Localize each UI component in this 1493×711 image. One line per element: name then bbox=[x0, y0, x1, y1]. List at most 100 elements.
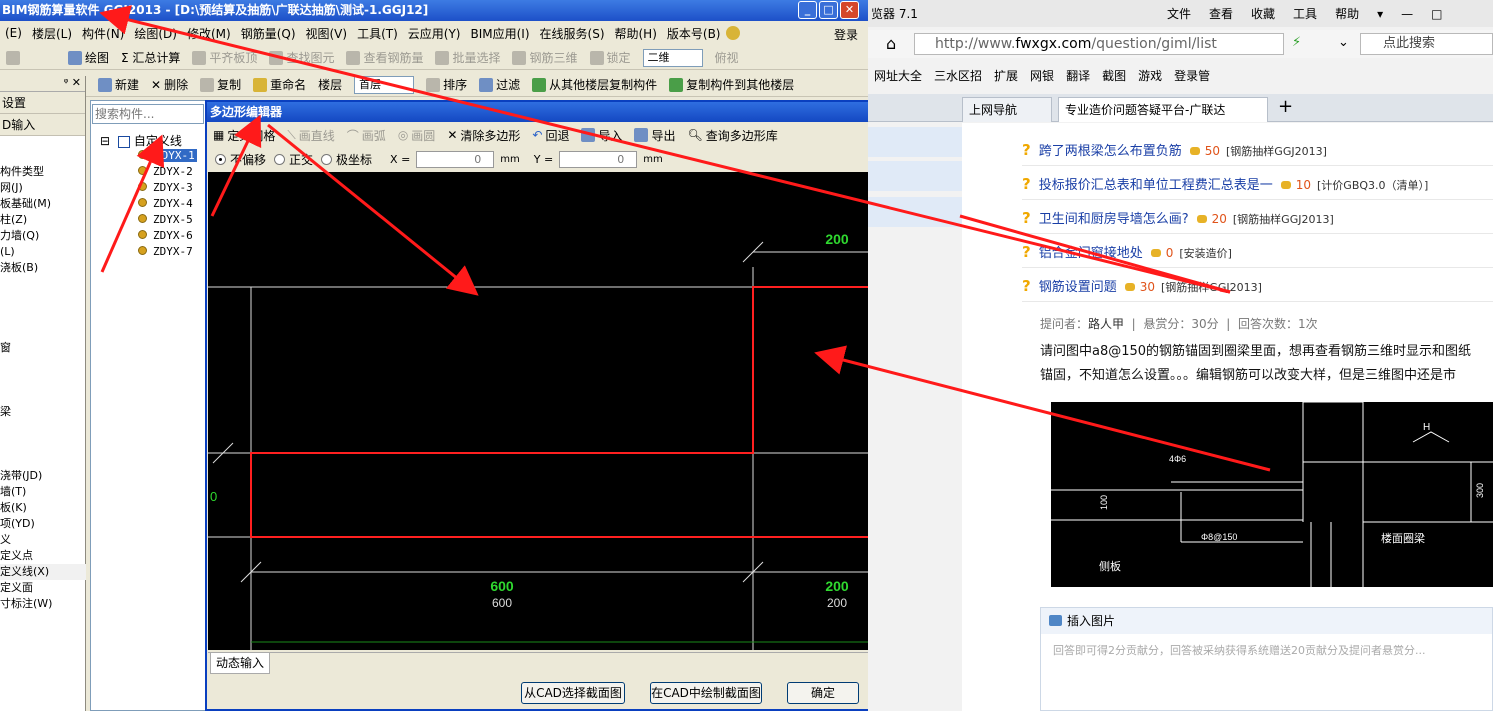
menu-online[interactable]: 在线服务(S) bbox=[535, 25, 610, 42]
dialog-title-bar[interactable]: 多边形编辑器 bbox=[207, 102, 960, 122]
view-mode-select[interactable]: 二维 bbox=[637, 48, 709, 67]
list-item[interactable]: 板(K) bbox=[0, 500, 86, 516]
question-title[interactable]: 钢筋设置问题 bbox=[1039, 280, 1117, 295]
browser-menu-help[interactable]: 帮助 bbox=[1326, 5, 1368, 22]
list-item[interactable]: 墙(T) bbox=[0, 484, 86, 500]
list-item[interactable]: 力墙(Q) bbox=[0, 228, 86, 244]
menu-draw[interactable]: 绘图(D) bbox=[129, 25, 182, 42]
menu-component[interactable]: 构件(N) bbox=[77, 25, 129, 42]
fav-sanshui[interactable]: 三水区招 bbox=[928, 67, 988, 84]
fav-sites[interactable]: 网址大全 bbox=[868, 67, 928, 84]
polygon-shape[interactable] bbox=[250, 286, 922, 538]
component-search-input[interactable]: 搜索构件... bbox=[92, 104, 204, 124]
menu-rebar[interactable]: 钢筋量(Q) bbox=[236, 25, 301, 42]
copy-button[interactable]: 复制 bbox=[194, 76, 247, 93]
fav-bank[interactable]: 网银 bbox=[1024, 67, 1060, 84]
browser-menu-file[interactable]: 文件 bbox=[1158, 5, 1200, 22]
export-button[interactable]: 导出 bbox=[628, 127, 681, 144]
tree-item-zdyx-1[interactable]: ZDYX-1 bbox=[138, 149, 197, 162]
rebar-3d-button[interactable]: 钢筋三维 bbox=[506, 49, 583, 66]
tree-item-zdyx-7[interactable]: ZDYX-7 bbox=[138, 245, 193, 258]
define-grid-button[interactable]: ▦ 定义网格 bbox=[207, 127, 281, 144]
list-item[interactable]: 柱(Z) bbox=[0, 212, 86, 228]
fav-games[interactable]: 游戏 bbox=[1132, 67, 1168, 84]
floor-select[interactable]: 首层 bbox=[348, 75, 420, 94]
ok-button[interactable]: 确定 bbox=[787, 682, 859, 704]
list-item[interactable]: 构件类型 bbox=[0, 164, 86, 180]
list-item[interactable] bbox=[0, 388, 86, 404]
tree-item-zdyx-2[interactable]: ZDYX-2 bbox=[138, 165, 193, 178]
settings-button[interactable]: 设置 bbox=[0, 92, 85, 114]
browser-menu-favorites[interactable]: 收藏 bbox=[1242, 5, 1284, 22]
fav-screenshot[interactable]: 截图 bbox=[1096, 67, 1132, 84]
list-item[interactable] bbox=[0, 420, 86, 436]
list-item[interactable] bbox=[0, 276, 86, 292]
ortho-radio[interactable] bbox=[274, 153, 286, 165]
menu-edit[interactable]: (E) bbox=[0, 26, 27, 40]
tree-item-zdyx-4[interactable]: ZDYX-4 bbox=[138, 197, 193, 210]
align-slab-button[interactable]: 平齐板顶 bbox=[186, 49, 263, 66]
fav-login[interactable]: 登录管 bbox=[1168, 67, 1216, 84]
question-item[interactable]: ? 钢筋设置问题 30 [钢筋抽样GGJ2013] bbox=[1022, 270, 1493, 302]
app-title-bar[interactable]: BIM钢筋算量软件 GGJ2013 - [D:\预结算及抽筋\广联达抽筋\测试-… bbox=[0, 0, 868, 21]
x-coordinate-input[interactable]: 0 bbox=[416, 150, 495, 168]
list-item[interactable]: 浇板(B) bbox=[0, 260, 86, 276]
minimize-icon[interactable]: _ bbox=[798, 1, 817, 19]
query-library-button[interactable]: 🔍︎ 查询多边形库 bbox=[682, 127, 784, 144]
home-icon[interactable]: ⌂ bbox=[886, 34, 896, 53]
filter-button[interactable]: 过滤 bbox=[473, 76, 526, 93]
list-item[interactable] bbox=[0, 308, 86, 324]
list-item[interactable]: 板基础(M) bbox=[0, 196, 86, 212]
list-item[interactable]: 寸标注(W) bbox=[0, 596, 86, 612]
draw-line-button[interactable]: ⟍ 画直线 bbox=[281, 127, 340, 144]
no-offset-radio[interactable] bbox=[215, 153, 226, 165]
question-drawing-image[interactable]: H 4Φ6 100 300 Φ8@150 楼面圈梁 侧板 bbox=[1051, 401, 1493, 587]
list-item[interactable]: 浇带(JD) bbox=[0, 468, 86, 484]
sort-button[interactable]: 排序 bbox=[420, 76, 473, 93]
import-button[interactable]: 导入 bbox=[575, 127, 628, 144]
asker-name[interactable]: 路人甲 bbox=[1088, 317, 1124, 331]
close-icon[interactable]: ✕ bbox=[840, 1, 859, 19]
y-coordinate-input[interactable]: 0 bbox=[559, 150, 638, 168]
browser-search-input[interactable]: 点此搜索 bbox=[1360, 33, 1493, 55]
list-item-custom-line[interactable]: 定义线(X) bbox=[0, 564, 86, 580]
question-item[interactable]: ? 铝合金门窗接地处 0 [安装造价] bbox=[1022, 236, 1493, 268]
tree-root-custom-line[interactable]: ⊟ 自定义线 bbox=[100, 132, 182, 149]
helmet-icon[interactable] bbox=[725, 26, 740, 40]
copy-from-floor-button[interactable]: 从其他楼层复制构件 bbox=[526, 76, 663, 93]
new-button[interactable]: 新建 bbox=[92, 76, 145, 93]
question-title[interactable]: 投标报价汇总表和单位工程费汇总表是一 bbox=[1039, 178, 1273, 193]
list-item[interactable]: 项(YD) bbox=[0, 516, 86, 532]
menu-floor[interactable]: 楼层(L) bbox=[27, 25, 77, 42]
menu-bim[interactable]: BIM应用(I) bbox=[465, 25, 534, 42]
list-item[interactable]: 窗 bbox=[0, 340, 86, 356]
question-title[interactable]: 铝合金门窗接地处 bbox=[1039, 246, 1143, 261]
view-rebar-button[interactable]: 查看钢筋量 bbox=[340, 49, 429, 66]
minimize-icon[interactable]: — bbox=[1392, 7, 1422, 21]
speed-icon[interactable]: ⚡ bbox=[1292, 35, 1301, 50]
draw-in-cad-button[interactable]: 在CAD中绘制截面图 bbox=[650, 682, 762, 704]
menu-modify[interactable]: 修改(M) bbox=[182, 25, 236, 42]
input-button[interactable]: D输入 bbox=[0, 114, 85, 136]
rename-button[interactable]: 重命名 bbox=[247, 76, 312, 93]
login-link[interactable]: 登录 bbox=[834, 26, 858, 43]
menu-version[interactable]: 版本号(B) bbox=[662, 25, 726, 42]
clear-polygon-button[interactable]: ✕ 清除多边形 bbox=[441, 127, 526, 144]
question-item[interactable]: ? 卫生间和厨房导墙怎么画? 20 [钢筋抽样GGJ2013] bbox=[1022, 202, 1493, 234]
draw-arc-button[interactable]: ⌒ 画弧 bbox=[341, 127, 392, 144]
list-item[interactable]: 定义点 bbox=[0, 548, 86, 564]
menu-cloud[interactable]: 云应用(Y) bbox=[403, 25, 466, 42]
copy-to-floor-button[interactable]: 复制构件到其他楼层 bbox=[663, 76, 800, 93]
url-input[interactable]: http://www.fwxgx.com/question/giml/list bbox=[914, 33, 1284, 55]
batch-select-button[interactable]: 批量选择 bbox=[429, 49, 506, 66]
fav-extend[interactable]: 扩展 bbox=[988, 67, 1024, 84]
select-from-cad-button[interactable]: 从CAD选择截面图 bbox=[521, 682, 625, 704]
delete-button[interactable]: ✕ 删除 bbox=[145, 76, 194, 93]
polygon-canvas[interactable]: 200 600 600 200 200 0 2 1 bbox=[208, 172, 961, 650]
list-item[interactable] bbox=[0, 452, 86, 468]
tab-navigation[interactable]: 上网导航 bbox=[962, 97, 1052, 122]
question-title[interactable]: 卫生间和厨房导墙怎么画? bbox=[1039, 212, 1189, 227]
dynamic-input-tab[interactable]: 动态输入 bbox=[210, 653, 271, 674]
question-item[interactable]: ? 投标报价汇总表和单位工程费汇总表是一 10 [计价GBQ3.0（清单）] bbox=[1022, 168, 1493, 200]
insert-image-button[interactable]: 插入图片 bbox=[1041, 608, 1492, 634]
